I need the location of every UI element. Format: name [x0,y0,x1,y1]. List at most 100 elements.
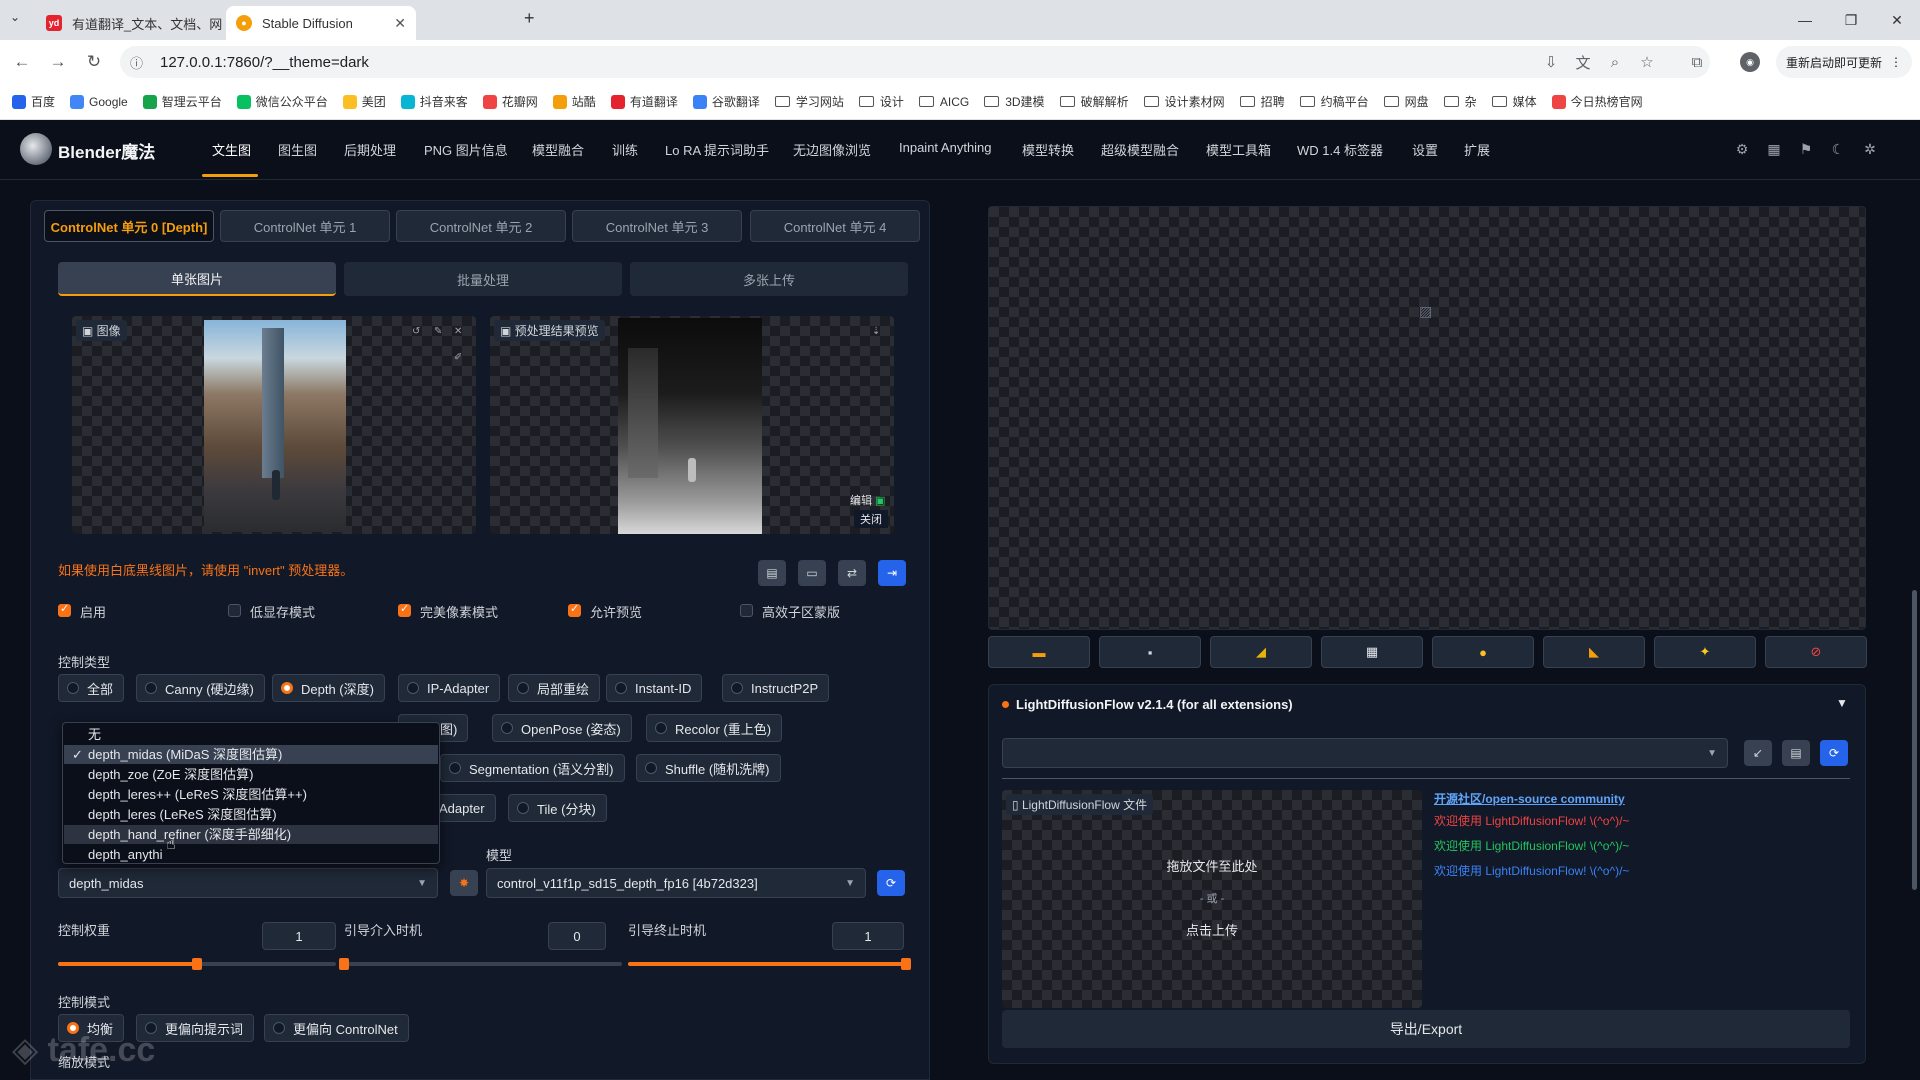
control-type-option[interactable]: Segmentation (语义分割) [440,754,625,782]
preprocessor-option[interactable]: depth_leres++ (LeReS 深度图估算++) [64,785,438,804]
bookmark-item[interactable]: 约稿平台 [1299,93,1369,110]
bookmark-star-icon[interactable]: ☆ [1636,52,1658,72]
end-slider-thumb[interactable] [901,958,911,970]
export-button[interactable]: 导出/Export [1002,1010,1850,1048]
nav-tab[interactable]: Lo RA 提示词助手 [665,140,769,159]
model-select[interactable]: control_v11f1p_sd15_depth_fp16 [4b72d323… [486,868,866,898]
weight-slider-thumb[interactable] [192,958,202,970]
preprocessor-option[interactable]: depth_zoe (ZoE 深度图估算) [64,765,438,784]
url-input[interactable]: ⓘ 127.0.0.1:7860/?__theme=dark [120,46,1710,78]
bookmark-item[interactable]: 智理云平台 [142,93,222,110]
browser-tab-youdao[interactable]: yd 有道翻译_文本、文档、网页、… ✕ [36,6,222,40]
image-input-area[interactable]: ▣ 图像 ↺ ✎ ✕ ✐ [72,316,476,534]
preprocessor-option[interactable]: 无 [64,725,438,744]
start-slider[interactable] [344,962,622,966]
output-tool-button[interactable]: ◢ [1210,636,1312,668]
bookmark-item[interactable]: 破解解析 [1059,93,1129,110]
control-type-option[interactable]: 局部重绘 [508,674,601,702]
reload-icon[interactable]: ↻ [82,50,106,74]
start-input[interactable]: 0 [548,922,606,950]
bookmark-item[interactable]: 网盘 [1383,93,1429,110]
end-input[interactable]: 1 [832,922,904,950]
output-tool-button[interactable]: ▦ [1321,636,1423,668]
bookmark-item[interactable]: 设计素材网 [1143,93,1225,110]
end-slider[interactable] [628,962,906,966]
close-preview-button[interactable]: 关闭 [854,510,888,528]
collapse-icon[interactable]: ▼ [1836,696,1848,710]
control-type-option[interactable]: 全部 [58,674,125,702]
clear-icon[interactable]: ✕ [454,326,462,337]
back-icon[interactable]: ← [10,50,34,74]
swap-icon[interactable]: ⇄ [838,560,866,586]
translate-icon[interactable]: 文 [1572,52,1594,72]
nav-tab[interactable]: 设置 [1412,140,1438,159]
control-type-option[interactable]: Canny (硬边缘) [136,674,265,702]
file-dropzone[interactable]: ▯ LightDiffusionFlow 文件 拖放文件至此处 - 或 - 点击… [1002,790,1422,1008]
bookmark-item[interactable]: 花瓣网 [482,93,538,110]
bookmark-item[interactable]: 抖音来客 [400,93,468,110]
nav-tab[interactable]: 模型工具箱 [1206,140,1271,159]
preprocessor-option[interactable]: depth_leres (LeReS 深度图估算) [64,805,438,824]
tab-single-image[interactable]: 单张图片 [58,262,336,296]
control-mode-option[interactable]: 更偏向 ControlNet [264,1014,409,1042]
nav-tab[interactable]: PNG 图片信息 [424,140,508,159]
bookmark-item[interactable]: 谷歌翻译 [692,93,760,110]
output-tool-button[interactable]: ⊘ [1765,636,1867,668]
gear-icon[interactable]: ✲ [1861,140,1879,158]
controlnet-unit-tab[interactable]: ControlNet 单元 4 [750,210,920,242]
new-tab-button[interactable]: + [524,8,535,29]
bookmark-item[interactable]: 百度 [12,93,55,110]
community-link[interactable]: 开源社区/open-source community [1434,790,1625,807]
rotate-icon[interactable]: ↺ [412,326,420,337]
controlnet-unit-tab[interactable]: ControlNet 单元 2 [396,210,566,242]
edit-icon[interactable]: ✎ [434,326,442,337]
bookmark-item[interactable]: Google [70,94,128,109]
close-tab-icon[interactable]: ✕ [384,15,406,32]
nav-tab[interactable]: 后期处理 [344,140,396,159]
checkbox[interactable] [568,602,581,617]
controlnet-unit-tab[interactable]: ControlNet 单元 1 [220,210,390,242]
nav-tab[interactable]: 图生图 [278,140,317,159]
preprocessor-option[interactable]: ✓ depth_midas (MiDaS 深度图估算) [64,745,438,764]
start-slider-thumb[interactable] [339,958,349,970]
nav-tab[interactable]: 模型转换 [1022,140,1074,159]
output-tool-button[interactable]: ✦ [1654,636,1756,668]
forward-icon[interactable]: → [46,50,70,74]
nav-tab[interactable]: 无边图像浏览 [793,140,871,159]
output-tool-button[interactable]: ● [1432,636,1534,668]
ldf-file-select[interactable]: ▼ [1002,738,1728,768]
tab-batch[interactable]: 批量处理 [344,262,622,296]
refresh-models-icon[interactable]: ⟳ [877,870,905,896]
refresh-icon[interactable]: ⟳ [1820,740,1848,766]
settings-icon[interactable]: ⚙ [1733,140,1751,158]
send-dimensions-icon[interactable]: ⇥ [878,560,906,586]
nav-tab[interactable]: Inpaint Anything [899,140,992,155]
brush-icon[interactable]: ✐ [454,352,462,363]
save-icon[interactable]: ▤ [1782,740,1810,766]
nav-tab[interactable]: 扩展 [1464,140,1490,159]
control-type-option[interactable]: Shuffle (随机洗牌) [636,754,781,782]
browser-tab-sd[interactable]: ● Stable Diffusion ✕ [226,6,416,40]
apply-icon[interactable]: ↙ [1744,740,1772,766]
extensions-icon[interactable]: ⧉ [1686,52,1708,72]
bookmark-item[interactable]: 美团 [342,93,386,110]
output-tool-button[interactable]: ▪ [1099,636,1201,668]
control-type-option[interactable]: InstructP2P [722,674,830,702]
restore-icon[interactable]: ❐ [1828,8,1874,32]
preprocessor-option[interactable]: depth_hand_refiner (深度手部细化) [64,825,438,844]
tab-multi-upload[interactable]: 多张上传 [630,262,908,296]
checkbox[interactable] [58,602,71,617]
bookmark-item[interactable]: 今日热榜官网 [1551,93,1643,110]
output-tool-button[interactable]: ▬ [988,636,1090,668]
checkbox[interactable] [398,602,411,617]
bookmark-item[interactable]: 微信公众平台 [236,93,328,110]
run-preprocessor-icon[interactable]: ✸ [450,870,478,896]
control-type-option[interactable]: OpenPose (姿态) [492,714,632,742]
preprocessor-select[interactable]: depth_midas ▼ [58,868,438,898]
update-button[interactable]: 重新启动即可更新 ⋮ [1776,46,1913,78]
nav-tab[interactable]: 文生图 [212,140,251,159]
checkbox[interactable] [740,604,753,617]
bookmark-item[interactable]: 站酷 [552,93,596,110]
control-type-option[interactable]: Tile (分块) [508,794,607,822]
close-window-icon[interactable]: ✕ [1874,8,1920,32]
